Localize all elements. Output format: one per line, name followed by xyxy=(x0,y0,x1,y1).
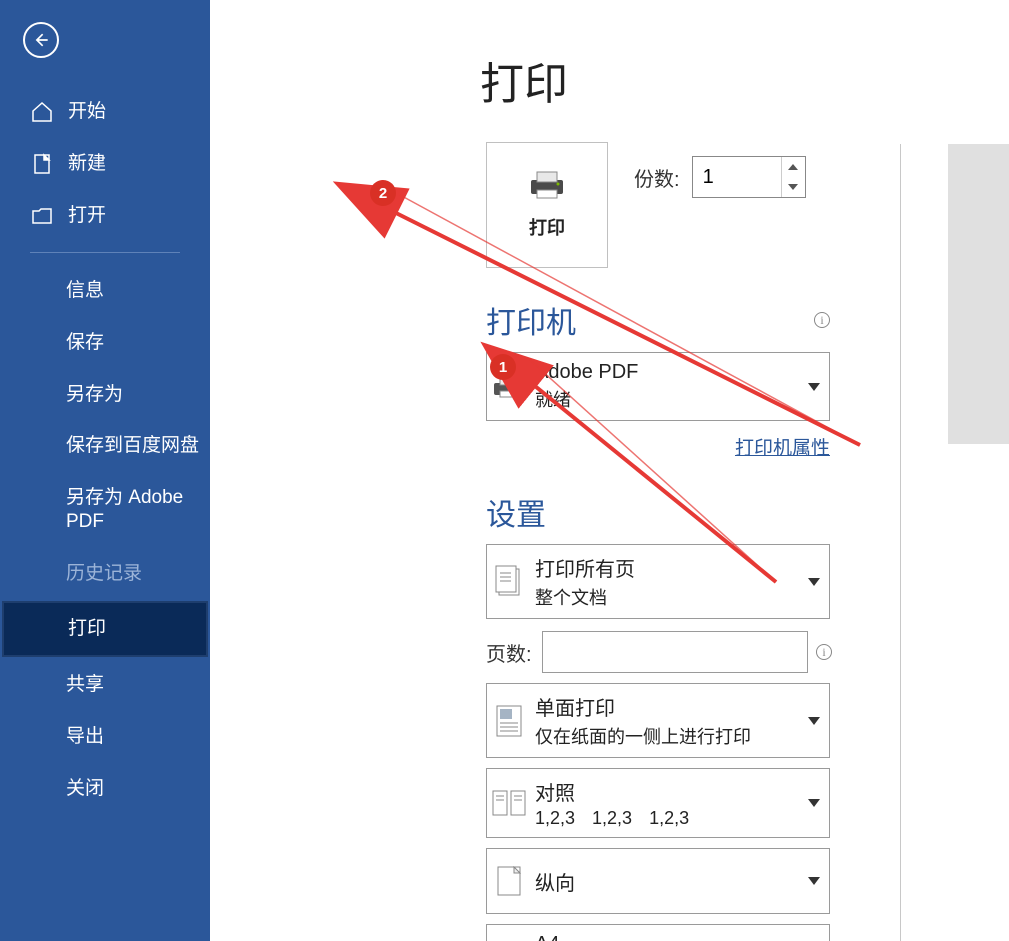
annotation-arrows xyxy=(210,0,1009,650)
paper-size-dropdown[interactable]: A4 21 厘米 x 29.7 厘米 xyxy=(486,924,830,941)
sidebar-item[interactable]: 关闭 xyxy=(0,763,210,815)
sidebar-item-label: 打开 xyxy=(68,204,106,228)
sidebar-item-label: 另存为 Adobe PDF xyxy=(66,486,210,534)
sidebar-item[interactable]: 共享 xyxy=(0,659,210,711)
page-side-icon xyxy=(496,705,522,737)
sidebar-item-label: 历史记录 xyxy=(66,562,142,586)
collate-dropdown[interactable]: 对照 1,2,3 1,2,3 1,2,3 xyxy=(486,768,830,838)
sidebar-item[interactable]: 开始 xyxy=(0,86,210,138)
sides-dropdown[interactable]: 单面打印 仅在纸面的一侧上进行打印 xyxy=(486,683,830,758)
sidebar-item-label: 另存为 xyxy=(66,383,123,407)
portrait-icon xyxy=(497,866,521,896)
sidebar-item[interactable]: 另存为 Adobe PDF xyxy=(0,472,210,548)
callout-badge-2: 2 xyxy=(370,180,396,206)
collate-icon xyxy=(492,790,526,816)
sidebar-item[interactable]: 历史记录 xyxy=(0,548,210,600)
sidebar-item-label: 新建 xyxy=(68,152,106,176)
sidebar-item[interactable]: 信息 xyxy=(0,265,210,317)
sidebar-item-label: 共享 xyxy=(66,673,104,697)
sidebar-item-label: 开始 xyxy=(68,100,106,124)
chevron-down-icon xyxy=(808,717,820,725)
sidebar-item-label: 保存到百度网盘 xyxy=(66,434,199,458)
sidebar-item-label: 保存 xyxy=(66,331,104,355)
sidebar-item[interactable]: 保存 xyxy=(0,317,210,369)
sidebar-item[interactable]: 打印 xyxy=(2,601,208,657)
sidebar-item[interactable]: 新建 xyxy=(0,138,210,190)
home-icon xyxy=(30,100,54,124)
sidebar-item-label: 关闭 xyxy=(66,777,104,801)
orientation-dropdown[interactable]: 纵向 xyxy=(486,848,830,914)
sidebar-item[interactable]: 打开 xyxy=(0,190,210,242)
sidebar-item-label: 导出 xyxy=(66,725,104,749)
divider xyxy=(30,252,180,253)
doc-icon xyxy=(30,152,54,176)
sidebar-item[interactable]: 导出 xyxy=(0,711,210,763)
chevron-down-icon xyxy=(808,799,820,807)
back-button[interactable] xyxy=(23,22,59,58)
sidebar-item[interactable]: 另存为 xyxy=(0,369,210,421)
chevron-down-icon xyxy=(808,877,820,885)
sidebar-item-label: 打印 xyxy=(68,617,106,641)
sidebar-item[interactable]: 保存到百度网盘 xyxy=(0,420,210,472)
sidebar-item-label: 信息 xyxy=(66,279,104,303)
callout-badge-1: 1 xyxy=(490,354,516,380)
folder-icon xyxy=(30,204,54,228)
arrow-left-icon xyxy=(31,30,51,50)
